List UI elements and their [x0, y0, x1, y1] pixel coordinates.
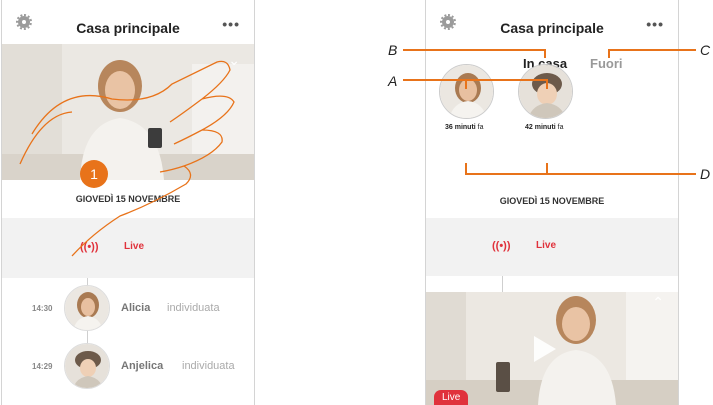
- callout-a-line: [546, 79, 548, 89]
- right-phone-screen: Casa principale ••• In casa Fuori 36 min…: [425, 0, 679, 405]
- event-person-name: Alicia: [121, 302, 151, 314]
- callout-a-line: [403, 79, 547, 81]
- avatar: [64, 343, 110, 389]
- avatar[interactable]: [518, 64, 573, 119]
- callout-c-line: [608, 49, 696, 51]
- tab-fuori[interactable]: Fuori: [590, 56, 623, 71]
- event-action: individuata: [182, 360, 235, 372]
- more-options-icon[interactable]: •••: [646, 17, 664, 31]
- event-time: 14:30: [32, 304, 53, 313]
- camera-video-preview[interactable]: ⌃ Live: [426, 292, 678, 405]
- live-row[interactable]: ((•)) Live: [426, 218, 678, 276]
- app-bar: Casa principale •••: [426, 0, 678, 44]
- live-label: Live: [536, 240, 557, 251]
- callout-b-line: [544, 49, 546, 58]
- app-bar: Casa principale •••: [2, 0, 254, 44]
- timeline-event[interactable]: 14:29 Anjelica individuata: [2, 342, 254, 392]
- more-options-icon[interactable]: •••: [222, 17, 240, 31]
- callout-a-label: A: [388, 73, 398, 89]
- callout-d-line: [465, 173, 696, 175]
- live-badge: Live: [434, 390, 469, 405]
- event-person-name: Anjelica: [121, 360, 164, 372]
- callout-a-line: [465, 79, 467, 89]
- event-action: individuata: [167, 302, 220, 314]
- event-time: 14:29: [32, 362, 53, 371]
- step-number-badge: 1: [90, 166, 98, 182]
- timeline-event[interactable]: 14:30 Alicia individuata: [2, 284, 254, 334]
- page-title: Casa principale: [500, 20, 604, 36]
- avatar[interactable]: [439, 64, 494, 119]
- callout-c-label: C: [700, 42, 711, 58]
- callout-c-line: [608, 49, 610, 58]
- callout-b-line: [403, 49, 545, 51]
- avatar: [64, 285, 110, 331]
- callout-d-line: [465, 163, 467, 174]
- play-icon[interactable]: [534, 336, 556, 362]
- chevron-up-icon[interactable]: ⌃: [652, 294, 664, 311]
- live-broadcast-icon: ((•)): [492, 240, 511, 252]
- left-phone-screen: Casa principale ••• ⌄ GIOVEDÌ 15 NOVEMBR…: [1, 0, 255, 405]
- callout-d-label: D: [700, 166, 711, 182]
- tap-gesture-hand-icon: 1: [19, 60, 235, 257]
- date-header: GIOVEDÌ 15 NOVEMBRE: [499, 196, 605, 206]
- page-title: Casa principale: [76, 20, 180, 36]
- time-ago-label: 42 minuti fa: [525, 124, 564, 131]
- callout-b-label: B: [388, 42, 398, 58]
- callout-d-line: [546, 163, 548, 174]
- timeline-line: [502, 276, 503, 292]
- time-ago-label: 36 minuti fa: [445, 124, 484, 131]
